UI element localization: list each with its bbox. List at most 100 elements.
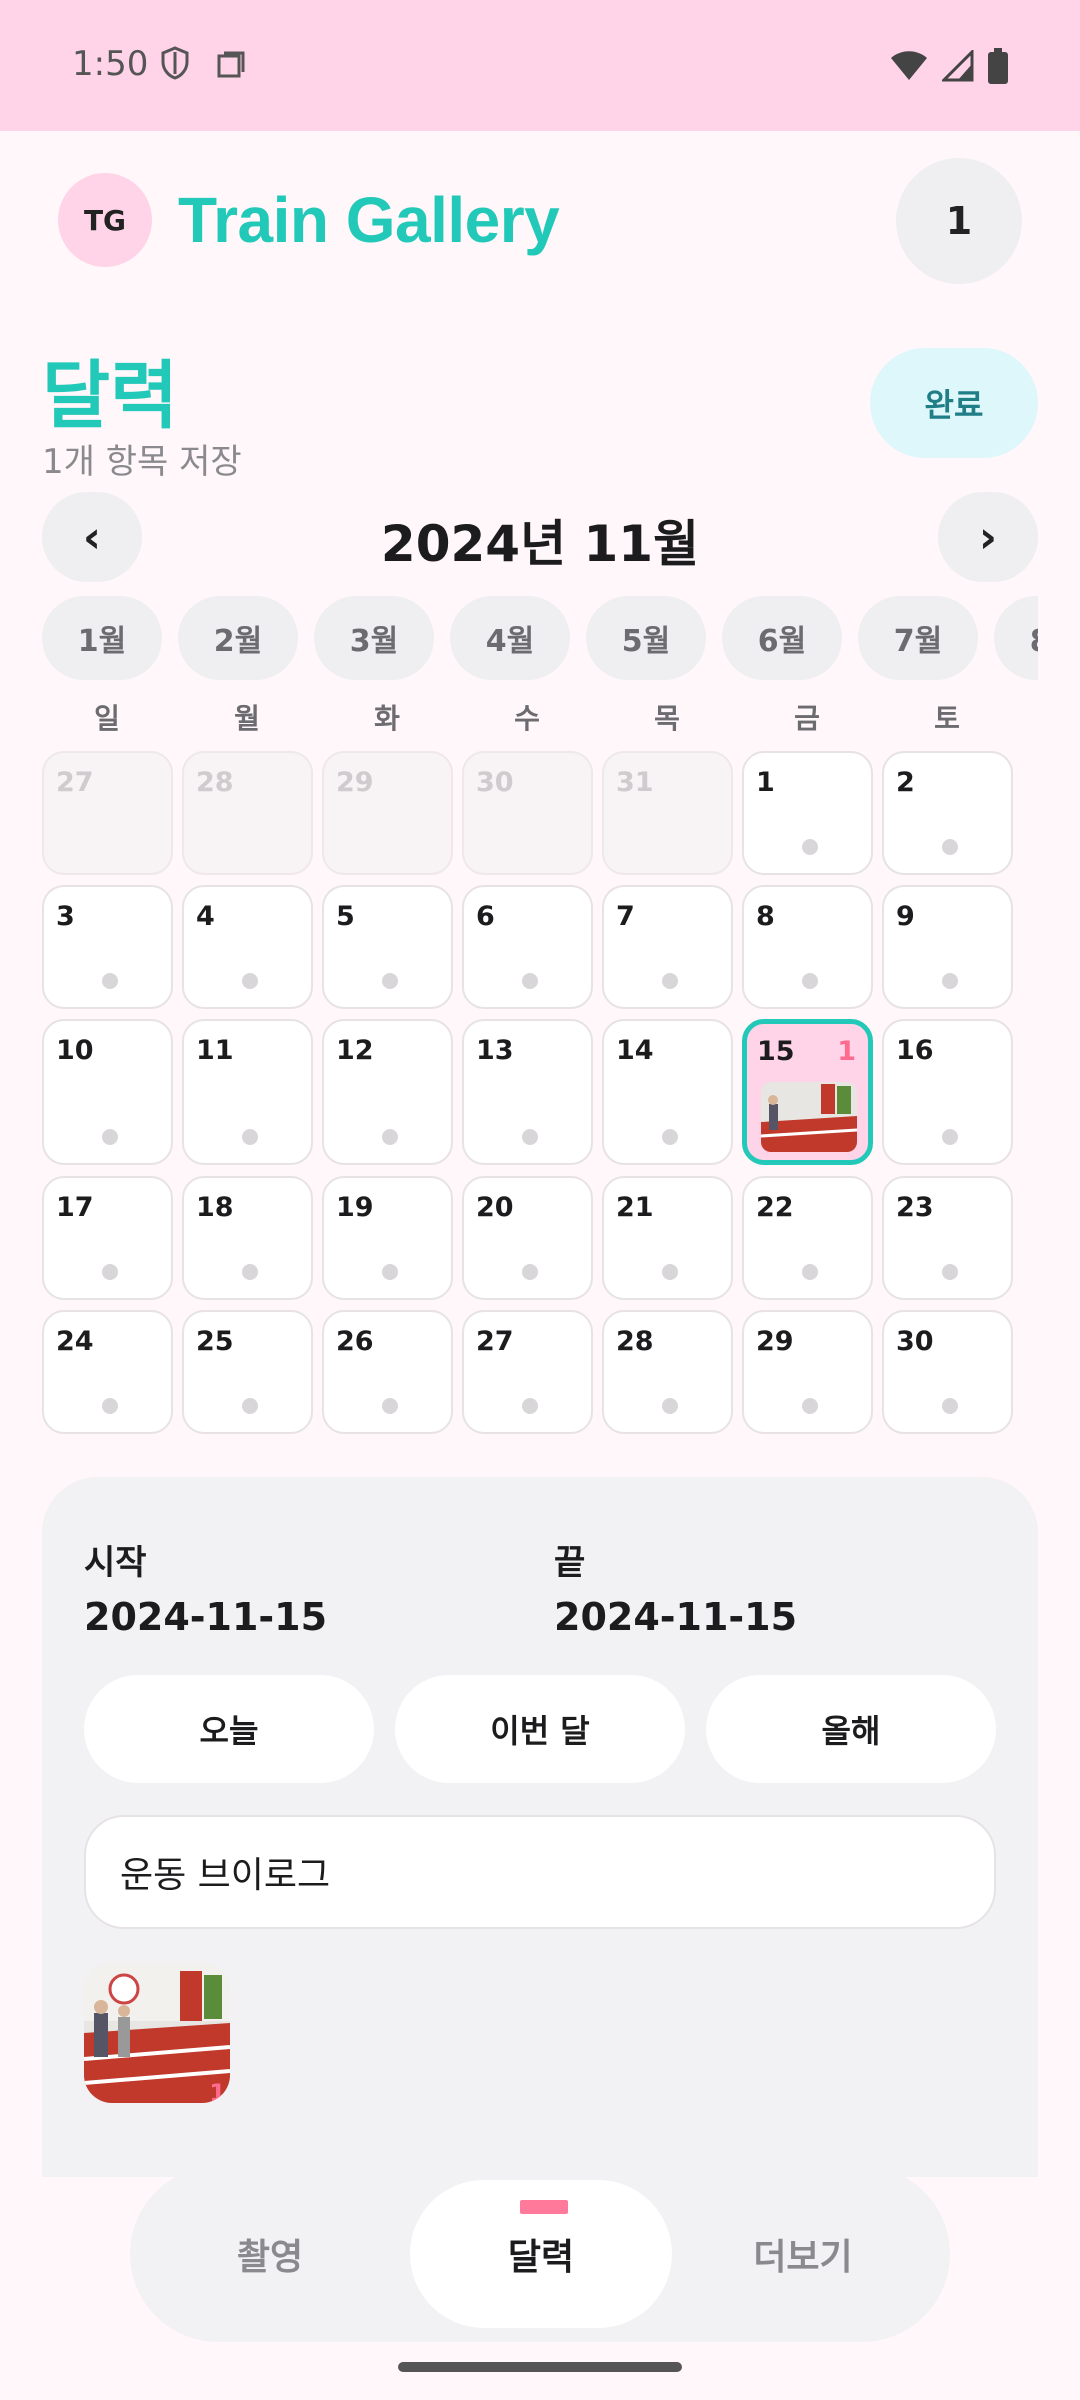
calendar-day[interactable]: 18	[182, 1176, 313, 1300]
day-dot-indicator	[102, 1398, 118, 1414]
calendar-day[interactable]: 10	[42, 1019, 173, 1165]
thumbnail-count-badge: 1	[209, 2079, 226, 2103]
calendar-day[interactable]: 3	[42, 885, 173, 1009]
day-number: 7	[616, 901, 635, 932]
calendar-day[interactable]: 16	[882, 1019, 1013, 1165]
calendar-day[interactable]: 28	[182, 751, 313, 875]
calendar-day-selected[interactable]: 15 1	[742, 1019, 873, 1165]
day-dot-indicator	[942, 1264, 958, 1280]
next-month-button[interactable]: ›	[938, 492, 1038, 582]
day-number: 15	[757, 1036, 795, 1067]
calendar-day[interactable]: 5	[322, 885, 453, 1009]
title-input[interactable]: 운동 브이로그	[84, 1815, 996, 1929]
status-time: 1:50	[72, 44, 149, 84]
calendar-day[interactable]: 17	[42, 1176, 173, 1300]
tab-calendar[interactable]: 달력	[410, 2180, 672, 2328]
calendar-day[interactable]: 29	[322, 751, 453, 875]
day-dot-indicator	[102, 1264, 118, 1280]
calendar-day[interactable]: 12	[322, 1019, 453, 1165]
month-chip-jan[interactable]: 1월	[42, 596, 162, 680]
calendar-day[interactable]: 25	[182, 1310, 313, 1434]
day-number: 5	[336, 901, 355, 932]
end-date-value[interactable]: 2024-11-15	[554, 1595, 797, 1639]
page-title: 달력	[42, 353, 179, 439]
calendar-day[interactable]: 19	[322, 1176, 453, 1300]
calendar-day[interactable]: 24	[42, 1310, 173, 1434]
month-chip-strip[interactable]: 1월 2월 3월 4월 5월 6월 7월 8월	[42, 596, 1038, 680]
calendar-day[interactable]: 7	[602, 885, 733, 1009]
month-chip-jun[interactable]: 6월	[722, 596, 842, 680]
start-date-value[interactable]: 2024-11-15	[84, 1595, 327, 1639]
calendar-day[interactable]: 13	[462, 1019, 593, 1165]
day-number: 12	[336, 1035, 374, 1066]
calendar-day[interactable]: 29	[742, 1310, 873, 1434]
day-number: 25	[196, 1326, 234, 1357]
day-number: 3	[56, 901, 75, 932]
done-button[interactable]: 완료	[870, 348, 1038, 458]
day-dot-indicator	[522, 1264, 538, 1280]
saved-count-button[interactable]: 1	[896, 158, 1022, 284]
today-button[interactable]: 오늘	[84, 1675, 374, 1783]
month-chip-may[interactable]: 5월	[586, 596, 706, 680]
day-dot-indicator	[102, 973, 118, 989]
tab-more[interactable]: 더보기	[672, 2166, 934, 2342]
day-dot-indicator	[802, 1398, 818, 1414]
calendar-day[interactable]: 14	[602, 1019, 733, 1165]
day-number: 20	[476, 1192, 514, 1223]
calendar-day[interactable]: 22	[742, 1176, 873, 1300]
calendar-day[interactable]: 2	[882, 751, 1013, 875]
day-number: 24	[56, 1326, 94, 1357]
day-dot-indicator	[662, 973, 678, 989]
calendar-day[interactable]: 27	[462, 1310, 593, 1434]
day-number: 26	[336, 1326, 374, 1357]
calendar-day[interactable]: 1	[742, 751, 873, 875]
day-dot-indicator	[522, 1398, 538, 1414]
calendar-day[interactable]: 20	[462, 1176, 593, 1300]
wifi-icon	[891, 51, 927, 80]
calendar-day[interactable]: 23	[882, 1176, 1013, 1300]
calendar-day[interactable]: 31	[602, 751, 733, 875]
day-dot-indicator	[382, 1129, 398, 1145]
month-chip-mar[interactable]: 3월	[314, 596, 434, 680]
calendar-day[interactable]: 4	[182, 885, 313, 1009]
calendar-day[interactable]: 8	[742, 885, 873, 1009]
calendar-day[interactable]: 26	[322, 1310, 453, 1434]
saved-photo-thumbnail[interactable]: 1	[84, 1963, 230, 2103]
bottom-navigation: 촬영 달력 더보기	[130, 2166, 950, 2342]
calendar-day[interactable]: 6	[462, 885, 593, 1009]
this-year-button[interactable]: 올해	[706, 1675, 996, 1783]
calendar-day[interactable]: 11	[182, 1019, 313, 1165]
start-label: 시작	[84, 1543, 147, 1583]
calendar-day[interactable]: 30	[462, 751, 593, 875]
month-chip-jul[interactable]: 7월	[858, 596, 978, 680]
day-number: 8	[756, 901, 775, 932]
calendar-day[interactable]: 9	[882, 885, 1013, 1009]
weekday-mon: 월	[234, 702, 260, 735]
home-indicator[interactable]	[398, 2362, 682, 2372]
calendar-day[interactable]: 30	[882, 1310, 1013, 1434]
avatar[interactable]: TG	[58, 173, 152, 267]
weekday-sun: 일	[94, 702, 120, 735]
day-number: 6	[476, 901, 495, 932]
month-title: 2024년 11월	[380, 515, 700, 573]
app-header: TG Train Gallery 1	[0, 131, 1080, 311]
calendar-day[interactable]: 21	[602, 1176, 733, 1300]
day-number: 17	[56, 1192, 94, 1223]
calendar-day[interactable]: 27	[42, 751, 173, 875]
app-title: Train Gallery	[178, 184, 560, 256]
this-month-button[interactable]: 이번 달	[395, 1675, 685, 1783]
weekday-wed: 수	[514, 702, 540, 735]
signal-icon	[942, 50, 974, 82]
day-number: 16	[896, 1035, 934, 1066]
calendar-day[interactable]: 28	[602, 1310, 733, 1434]
prev-month-button[interactable]: ‹	[42, 492, 142, 582]
day-number: 4	[196, 901, 215, 932]
day-number: 21	[616, 1192, 654, 1223]
tab-capture[interactable]: 촬영	[130, 2166, 410, 2342]
month-chip-aug[interactable]: 8월	[994, 596, 1038, 680]
day-dot-indicator	[242, 1398, 258, 1414]
day-dot-indicator	[522, 973, 538, 989]
month-chip-apr[interactable]: 4월	[450, 596, 570, 680]
month-chip-feb[interactable]: 2월	[178, 596, 298, 680]
day-number: 13	[476, 1035, 514, 1066]
